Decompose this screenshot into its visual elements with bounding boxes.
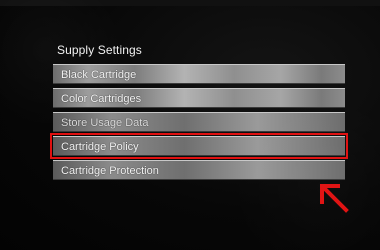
printer-screen: Supply Settings Black Cartridge Color Ca…: [0, 0, 380, 250]
menu-title: Supply Settings: [57, 43, 142, 57]
menu-item-black-cartridge[interactable]: Black Cartridge: [53, 64, 345, 84]
supply-settings-menu: Supply Settings Black Cartridge Color Ca…: [50, 40, 348, 180]
menu-item-cartridge-policy[interactable]: Cartridge Policy: [50, 133, 348, 159]
red-arrow-up-left-icon: [320, 184, 349, 213]
menu-item-color-cartridges[interactable]: Color Cartridges: [53, 88, 345, 108]
screen-bezel: [0, 0, 380, 6]
menu-item-cartridge-protection[interactable]: Cartridge Protection: [53, 160, 345, 180]
menu-item-store-usage-data[interactable]: Store Usage Data: [53, 112, 345, 132]
